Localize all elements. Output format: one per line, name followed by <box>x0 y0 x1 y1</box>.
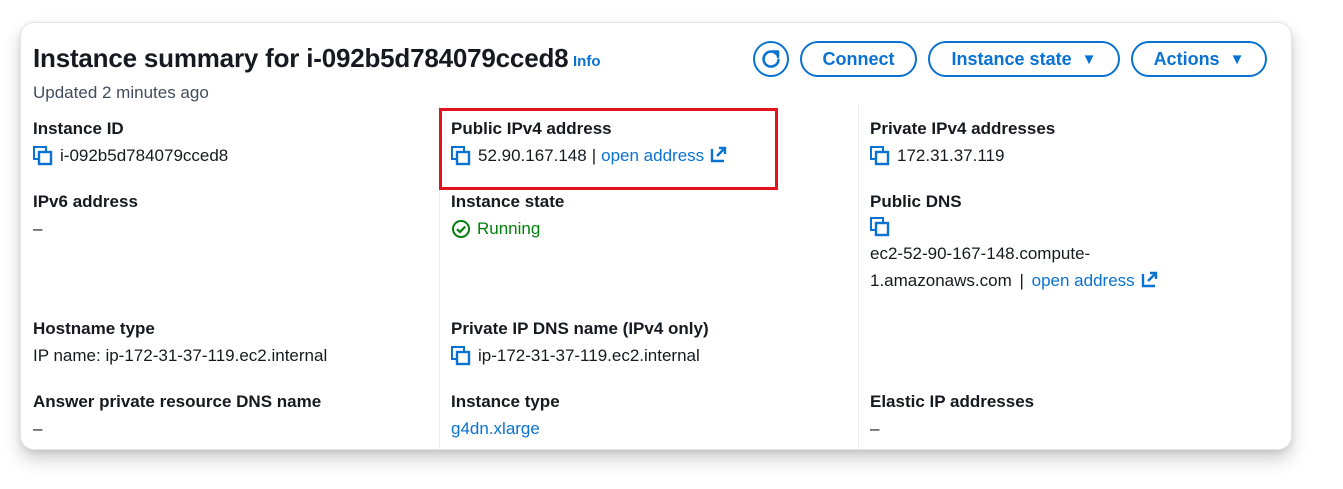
field-label: Private IP DNS name (IPv4 only) <box>451 319 709 338</box>
instance-summary-panel: Instance summary for i-092b5d784079cced8… <box>20 22 1292 450</box>
field-value: – <box>33 219 43 238</box>
field-answer-private-dns: Answer private resource DNS name – <box>33 392 321 439</box>
external-link-icon <box>1141 271 1157 288</box>
connect-button[interactable]: Connect <box>800 41 917 77</box>
field-label: Instance type <box>451 392 560 411</box>
connect-label: Connect <box>822 48 895 69</box>
field-private-ipv4: Private IPv4 addresses 172.31.37.119 <box>870 119 1055 166</box>
actions-dropdown[interactable]: Actions ▼ <box>1131 41 1267 77</box>
copy-icon[interactable] <box>870 217 892 237</box>
field-value: – <box>870 419 880 438</box>
field-instance-state: Instance state Running <box>451 192 564 239</box>
field-elastic-ip: Elastic IP addresses – <box>870 392 1034 439</box>
field-label: Instance state <box>451 192 565 211</box>
page-title: Instance summary for i-092b5d784079cced8 <box>33 43 569 73</box>
field-label: IPv6 address <box>33 192 138 211</box>
link-label: open address <box>1031 271 1135 290</box>
separator: | <box>1019 271 1024 290</box>
field-value: IP name: ip-172-31-37-119.ec2.internal <box>33 346 328 365</box>
field-label: Public DNS <box>870 192 962 211</box>
field-value: i-092b5d784079cced8 <box>60 146 229 165</box>
instance-state-label: Instance state <box>951 48 1072 69</box>
highlight-box <box>439 108 778 190</box>
field-instance-id: Instance ID i-092b5d784079cced8 <box>33 119 228 166</box>
field-value-line2: 1.amazonaws.com <box>870 271 1012 290</box>
refresh-button[interactable] <box>753 41 789 77</box>
refresh-icon <box>762 50 780 68</box>
info-link[interactable]: Info <box>573 53 601 70</box>
field-value: – <box>33 419 43 438</box>
actions-label: Actions <box>1153 48 1220 69</box>
field-label: Private IPv4 addresses <box>870 119 1056 138</box>
status-value: Running <box>477 219 541 238</box>
field-label: Answer private resource DNS name <box>33 392 322 411</box>
instance-state-dropdown[interactable]: Instance state ▼ <box>928 41 1120 77</box>
field-instance-type: Instance type g4dn.xlarge <box>451 392 560 439</box>
caret-down-icon: ▼ <box>1229 50 1245 68</box>
field-label: Instance ID <box>33 119 124 138</box>
caret-down-icon: ▼ <box>1081 50 1097 68</box>
field-label: Elastic IP addresses <box>870 392 1035 411</box>
field-value-line1: ec2-52-90-167-148.compute- <box>870 244 1091 263</box>
instance-type-link[interactable]: g4dn.xlarge <box>451 419 540 439</box>
column-divider <box>858 105 859 449</box>
copy-icon[interactable] <box>33 146 55 166</box>
copy-icon[interactable] <box>451 346 473 366</box>
status-ok-icon <box>452 220 470 238</box>
field-value: 172.31.37.119 <box>897 146 1005 165</box>
field-private-ip-dns: Private IP DNS name (IPv4 only) ip-172-3… <box>451 319 709 366</box>
field-label: Hostname type <box>33 319 155 338</box>
field-public-dns: Public DNS ec2-52-90-167-148.compute- 1.… <box>870 192 1158 294</box>
updated-timestamp: Updated 2 minutes ago <box>33 83 209 102</box>
field-hostname-type: Hostname type IP name: ip-172-31-37-119.… <box>33 319 327 366</box>
open-address-link[interactable]: open address <box>1032 271 1158 290</box>
field-ipv6: IPv6 address – <box>33 192 138 239</box>
field-value: ip-172-31-37-119.ec2.internal <box>478 346 700 365</box>
copy-icon[interactable] <box>870 146 892 166</box>
